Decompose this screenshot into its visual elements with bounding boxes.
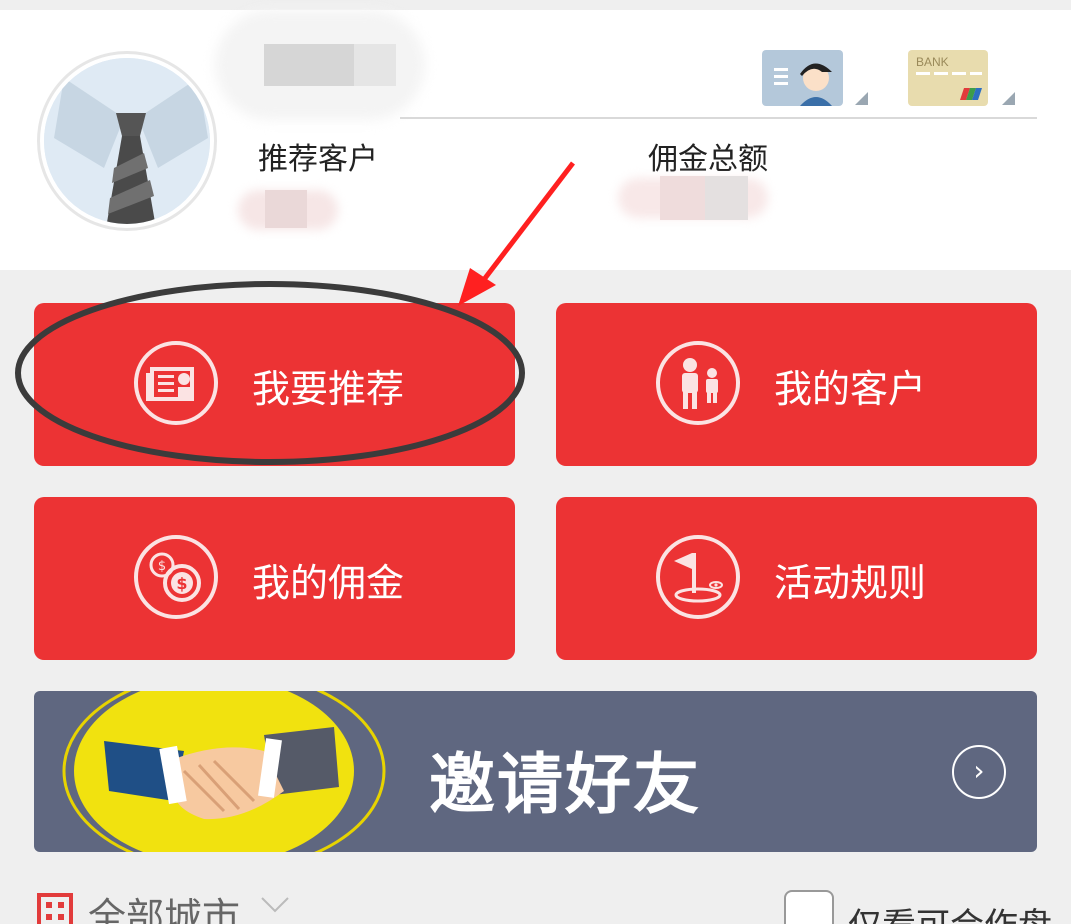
annotation-arrow-head-icon [458, 268, 496, 306]
cooperation-only-checkbox[interactable] [784, 890, 834, 924]
banner-title: 邀请好友 [429, 746, 701, 823]
tile-commission[interactable]: $ $ 我的佣金 [34, 497, 515, 660]
divider [400, 117, 1037, 119]
profile-header: BANK 推荐客户 佣金总额 [0, 10, 1071, 270]
tile-customers[interactable]: 我的客户 [556, 303, 1037, 466]
name-redacted [264, 44, 354, 86]
bank-card-corner-icon [1002, 92, 1015, 105]
stat-value-commission-redacted [660, 176, 705, 220]
filter-bar: 全部城市 仅看可合作盘 [0, 876, 1071, 924]
id-card-icon[interactable] [762, 50, 843, 106]
tie-avatar-icon [44, 58, 210, 224]
city-selector[interactable]: 全部城市 [88, 886, 240, 924]
stat-label-customers: 推荐客户 [258, 142, 378, 177]
stat-label-commission: 佣金总额 [648, 142, 768, 177]
tile-customers-label: 我的客户 [774, 367, 927, 411]
tile-commission-label: 我的佣金 [252, 561, 405, 605]
chevron-down-icon[interactable] [260, 896, 290, 914]
commission-icon: $ $ [134, 535, 218, 619]
stat-value-customers-redacted [265, 190, 307, 228]
avatar[interactable] [40, 54, 214, 228]
chevron-right-icon[interactable]: › [952, 745, 1006, 799]
cooperation-only-label: 仅看可合作盘 [848, 898, 1052, 924]
invite-friends-banner[interactable]: 邀请好友 › [34, 691, 1037, 852]
rules-flag-icon [656, 535, 740, 619]
name-redacted-2 [354, 44, 396, 86]
tile-rules[interactable]: 活动规则 [556, 497, 1037, 660]
id-card-corner-icon [855, 92, 868, 105]
tile-rules-label: 活动规则 [774, 561, 927, 605]
tile-recommend-label: 我要推荐 [252, 367, 405, 411]
recommend-icon [134, 341, 218, 425]
customers-icon [656, 341, 740, 425]
stat-value-commission-redacted-2 [705, 176, 748, 220]
tile-recommend[interactable]: 我要推荐 [34, 303, 515, 466]
bank-card-icon[interactable]: BANK [908, 50, 988, 106]
building-icon [37, 893, 73, 924]
handshake-icon [62, 691, 386, 852]
svg-text:$: $ [176, 574, 187, 593]
svg-text:$: $ [158, 559, 166, 574]
